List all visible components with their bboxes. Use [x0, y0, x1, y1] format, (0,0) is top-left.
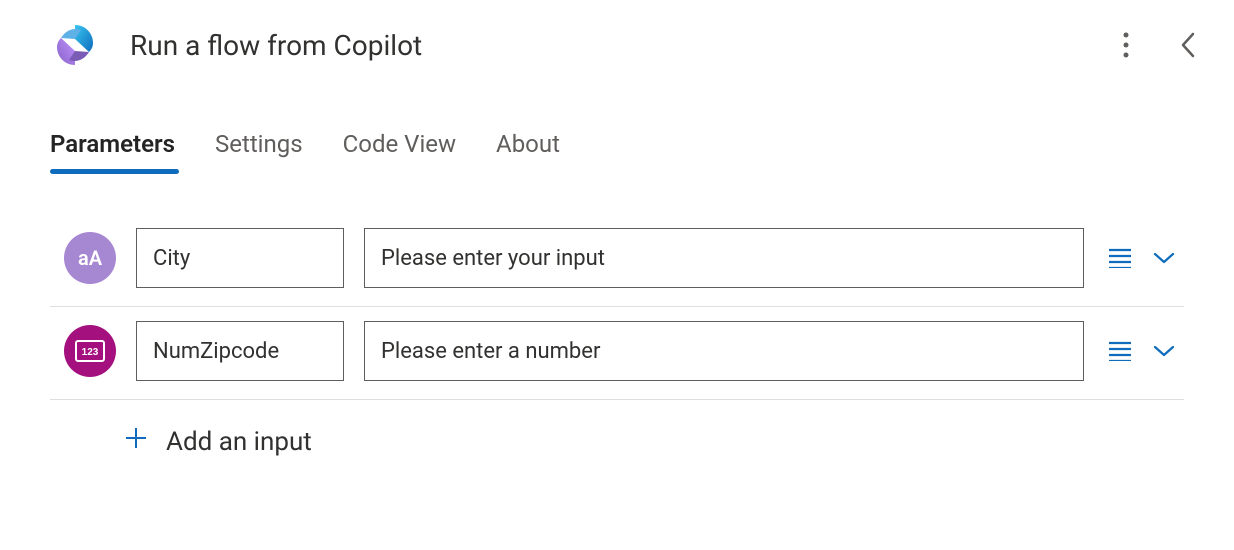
collapse-panel-button[interactable] — [1172, 29, 1204, 61]
row-actions — [1104, 242, 1184, 274]
tab-label: Settings — [215, 130, 303, 158]
panel-title: Run a flow from Copilot — [130, 29, 1110, 62]
parameter-value-input[interactable] — [364, 228, 1084, 288]
chevron-down-icon — [1153, 344, 1175, 358]
parameter-name-input[interactable] — [136, 228, 344, 288]
add-input-label: Add an input — [166, 427, 312, 457]
parameter-name-input[interactable] — [136, 321, 344, 381]
header-actions — [1110, 29, 1204, 61]
tab-about[interactable]: About — [496, 130, 560, 174]
parameters-section: aA 123 — [0, 174, 1234, 457]
chevron-down-icon — [1153, 251, 1175, 265]
tab-settings[interactable]: Settings — [215, 130, 303, 174]
reorder-button[interactable] — [1104, 242, 1136, 274]
more-options-button[interactable] — [1110, 29, 1142, 61]
tab-code-view[interactable]: Code View — [343, 130, 456, 174]
tab-label: Code View — [343, 130, 456, 158]
parameter-options-button[interactable] — [1148, 242, 1180, 274]
tab-label: About — [496, 130, 560, 158]
reorder-lines-icon — [1108, 341, 1132, 361]
reorder-lines-icon — [1108, 248, 1132, 268]
copilot-logo — [50, 20, 100, 70]
add-input-button[interactable]: Add an input — [50, 400, 1184, 457]
parameter-row: aA — [50, 214, 1184, 307]
panel-header: Run a flow from Copilot — [0, 0, 1234, 80]
svg-text:123: 123 — [82, 347, 99, 358]
chevron-left-icon — [1179, 31, 1197, 59]
parameter-row: 123 — [50, 307, 1184, 400]
parameter-options-button[interactable] — [1148, 335, 1180, 367]
vertical-dots-icon — [1123, 32, 1129, 58]
reorder-button[interactable] — [1104, 335, 1136, 367]
row-actions — [1104, 335, 1184, 367]
plus-icon — [124, 426, 148, 457]
text-type-icon: aA — [64, 232, 116, 284]
type-icon-label: aA — [78, 246, 102, 270]
number-type-icon: 123 — [64, 325, 116, 377]
number-box-icon: 123 — [75, 340, 105, 362]
parameter-value-input[interactable] — [364, 321, 1084, 381]
tab-label: Parameters — [50, 130, 175, 158]
tab-bar: Parameters Settings Code View About — [0, 80, 1234, 174]
tab-parameters[interactable]: Parameters — [50, 130, 175, 174]
